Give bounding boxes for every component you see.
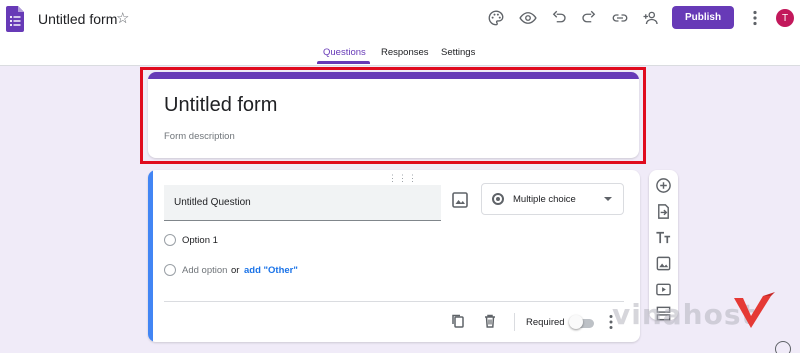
toggle-knob[interactable] bbox=[569, 315, 583, 329]
help-icon[interactable] bbox=[775, 341, 791, 353]
palette-icon[interactable] bbox=[486, 8, 506, 28]
add-title-icon[interactable] bbox=[655, 229, 672, 246]
add-option-link[interactable]: Add option bbox=[182, 265, 227, 276]
add-image-icon[interactable] bbox=[655, 255, 672, 272]
option-radio bbox=[164, 234, 176, 246]
question-card[interactable]: ⋮⋮⋮ Untitled Question Multiple choice Op… bbox=[148, 170, 640, 342]
question-title-field[interactable]: Untitled Question bbox=[164, 185, 441, 221]
redo-icon[interactable] bbox=[579, 8, 599, 28]
chevron-down-icon bbox=[604, 197, 612, 201]
star-icon[interactable]: ☆ bbox=[116, 9, 129, 27]
option-label[interactable]: Option 1 bbox=[182, 235, 218, 246]
or-label: or bbox=[231, 265, 240, 276]
document-title[interactable]: Untitled form bbox=[38, 11, 117, 27]
question-type-select[interactable]: Multiple choice bbox=[481, 183, 624, 215]
tab-settings[interactable]: Settings bbox=[441, 47, 475, 58]
add-image-icon[interactable] bbox=[450, 190, 470, 210]
link-icon[interactable] bbox=[610, 8, 630, 28]
required-label: Required bbox=[526, 317, 565, 328]
add-option-radio bbox=[164, 264, 176, 276]
avatar[interactable]: T bbox=[776, 9, 794, 27]
import-questions-icon[interactable] bbox=[655, 203, 672, 220]
forms-logo-icon[interactable] bbox=[6, 6, 24, 32]
preview-icon[interactable] bbox=[518, 8, 538, 28]
question-title: Untitled Question bbox=[174, 197, 251, 208]
more-options-icon[interactable] bbox=[745, 8, 765, 28]
publish-button[interactable]: Publish bbox=[672, 6, 734, 29]
duplicate-icon[interactable] bbox=[450, 313, 466, 329]
add-collaborator-icon[interactable] bbox=[641, 8, 661, 28]
top-bar: Untitled form ☆ Publish T Questions Resp… bbox=[0, 0, 800, 66]
footer-separator bbox=[514, 313, 515, 331]
drag-handle-icon[interactable]: ⋮⋮⋮ bbox=[388, 173, 418, 184]
add-video-icon[interactable] bbox=[655, 281, 672, 298]
radio-button-icon bbox=[492, 193, 504, 205]
footer-divider bbox=[164, 301, 624, 302]
tab-responses[interactable]: Responses bbox=[381, 47, 429, 58]
watermark-logo-icon bbox=[734, 292, 775, 328]
add-question-icon[interactable] bbox=[655, 177, 672, 194]
highlight-box bbox=[140, 67, 646, 164]
add-other-link[interactable]: add "Other" bbox=[244, 265, 298, 276]
question-type-label: Multiple choice bbox=[513, 194, 576, 205]
active-tab-indicator bbox=[317, 61, 370, 64]
undo-icon[interactable] bbox=[549, 8, 569, 28]
focus-accent-bar bbox=[148, 170, 153, 342]
delete-icon[interactable] bbox=[482, 313, 498, 329]
tab-questions[interactable]: Questions bbox=[323, 47, 366, 58]
